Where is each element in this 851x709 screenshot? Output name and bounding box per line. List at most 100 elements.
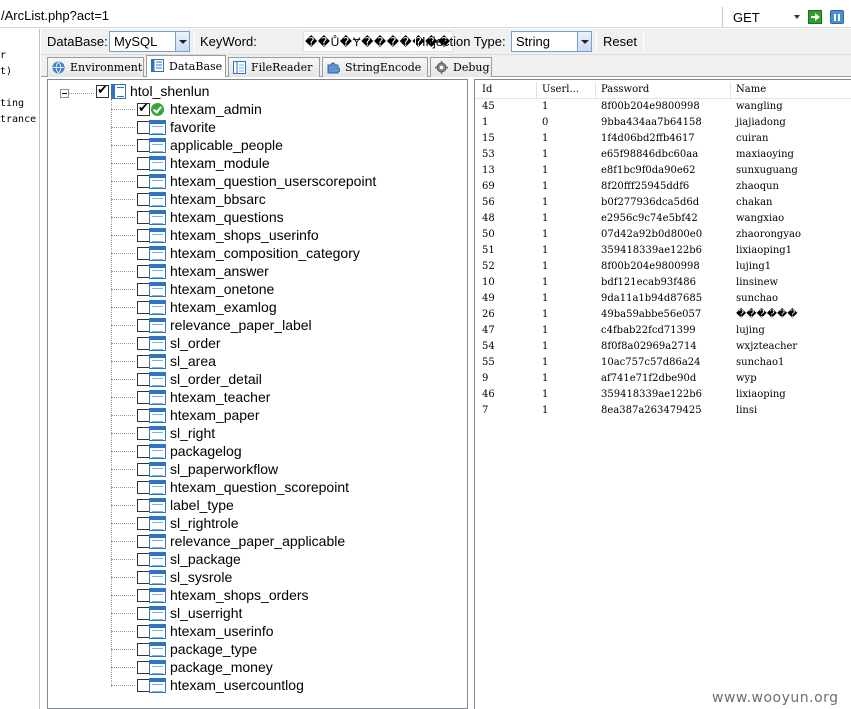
tree-table-node[interactable]: label_type [48,496,467,514]
table-checkbox[interactable] [137,101,150,116]
table-icon [149,246,166,261]
tree-table-node[interactable]: htexam_onetone [48,280,467,298]
cell-name: sunxuguang [736,165,798,176]
tree-table-node[interactable]: htexam_usercountlog [48,676,467,694]
table-name-label: sl_paperworkflow [170,461,279,477]
tree-connector [111,469,135,470]
tree-table-node[interactable]: htexam_teacher [48,388,467,406]
tree-root-node[interactable]: htol_shenlun [48,82,467,100]
tree-table-node[interactable]: sl_rightrole [48,514,467,532]
column-header-name[interactable]: Name [736,84,766,95]
tab-debug[interactable]: Debug [430,57,492,77]
cell-password: af741e71f2dbe90d [601,373,697,384]
cell-password: 8f0f8a02969a2714 [601,341,697,352]
table-row[interactable]: 13 1 e8f1bc9f0da90e62 sunxuguang [475,164,851,180]
tab-label: DataBase [169,60,223,73]
tree-table-node[interactable]: htexam_module [48,154,467,172]
chevron-down-icon[interactable] [175,32,189,51]
tree-table-node[interactable]: htexam_shops_userinfo [48,226,467,244]
tree-connector [111,397,135,398]
table-row[interactable]: 9 1 af741e71f2dbe90d wyp [475,372,851,388]
tree-table-node[interactable]: relevance_paper_applicable [48,532,467,550]
tree-table-node[interactable]: relevance_paper_label [48,316,467,334]
table-row[interactable]: 26 1 49ba59abbe56e057 ������ [475,308,851,324]
cell-userlevel: 1 [542,149,549,160]
results-grid[interactable]: Id Userl... Password Name 45 1 8f00b204e98… [474,79,851,709]
tree-table-node[interactable]: sl_paperworkflow [48,460,467,478]
collapse-toggle-icon[interactable] [60,89,69,98]
table-row[interactable]: 15 1 1f4d06bd2ffb4617 cuiran [475,132,851,148]
tree-table-node[interactable]: sl_right [48,424,467,442]
table-icon [149,588,166,603]
reset-button[interactable]: Reset [603,34,637,49]
table-row[interactable]: 54 1 8f0f8a02969a2714 wxjzteacher [475,340,851,356]
table-row[interactable]: 47 1 c4fbab22fcd71399 lujing [475,324,851,340]
cell-name: ������ [736,309,798,320]
tab-stringencode[interactable]: StringEncode [322,57,428,77]
column-divider[interactable] [730,82,731,99]
table-row[interactable]: 48 1 e2956c9c74e5bf42 wangxiao [475,212,851,228]
tab-environment[interactable]: Environment [47,57,144,77]
go-arrow-icon[interactable] [808,10,822,24]
column-header-id[interactable]: Id [482,84,492,95]
tree-connector [111,523,135,524]
tree-table-node[interactable]: sl_userright [48,604,467,622]
root-checkbox[interactable] [96,83,109,98]
table-row[interactable]: 50 1 07d42a92b0d800e0 zhaorongyao [475,228,851,244]
column-divider[interactable] [595,82,596,99]
tree-table-node[interactable]: htexam_userinfo [48,622,467,640]
table-row[interactable]: 69 1 8f20fff25945ddf6 zhaoqun [475,180,851,196]
table-row[interactable]: 55 1 10ac757c57d86a24 sunchao1 [475,356,851,372]
tree-table-node[interactable]: htexam_bbsarc [48,190,467,208]
table-name-label: sl_order_detail [170,371,262,387]
table-icon [149,660,166,675]
tree-table-node[interactable]: htexam_shops_orders [48,586,467,604]
toolbar-divider [194,32,195,52]
injection-type-select[interactable]: String [511,31,592,52]
table-row[interactable]: 49 1 9da11a1b94d87685 sunchao [475,292,851,308]
tree-table-node[interactable]: htexam_question_userscorepoint [48,172,467,190]
table-row[interactable]: 51 1 359418339ae122b6 lixiaoping1 [475,244,851,260]
tree-table-node[interactable]: sl_order_detail [48,370,467,388]
tab-filereader[interactable]: FileReader [228,57,320,77]
tree-table-node[interactable]: sl_package [48,550,467,568]
url-bar[interactable]: /ArcList.php?act=1 GET [0,4,851,28]
toolbar-divider [596,32,597,52]
table-row[interactable]: 52 1 8f00b204e9800998 lujing1 [475,260,851,276]
column-header-password[interactable]: Password [601,84,649,95]
tree-table-node[interactable]: sl_sysrole [48,568,467,586]
tree-table-node[interactable]: htexam_examlog [48,298,467,316]
tree-table-node[interactable]: htexam_paper [48,406,467,424]
table-row[interactable]: 1 0 9bba434aa7b64158 jiajiadong [475,116,851,132]
table-row[interactable]: 56 1 b0f277936dca5d6d chakan [475,196,851,212]
url-text[interactable]: /ArcList.php?act=1 [1,8,109,23]
tree-table-node[interactable]: htexam_questions [48,208,467,226]
tree-table-node[interactable]: htexam_admin [48,100,467,118]
tree-table-node[interactable]: favorite [48,118,467,136]
tree-table-node[interactable]: htexam_question_scorepoint [48,478,467,496]
cell-password: 1f4d06bd2ffb4617 [601,133,695,144]
table-row[interactable]: 53 1 e65f98846dbc60aa maxiaoying [475,148,851,164]
tree-table-node[interactable]: package_type [48,640,467,658]
cell-name: sunchao [736,293,779,304]
tree-table-node[interactable]: htexam_composition_category [48,244,467,262]
column-header-userlevel[interactable]: Userl... [542,84,579,95]
table-row[interactable]: 46 1 359418339ae122b6 lixiaoping [475,388,851,404]
tree-table-node[interactable]: package_money [48,658,467,676]
tree-table-node[interactable]: applicable_people [48,136,467,154]
tree-table-node[interactable]: sl_order [48,334,467,352]
database-select[interactable]: MySQL [109,31,190,52]
table-row[interactable]: 45 1 8f00b204e9800998 wangling [475,100,851,116]
tree-table-node[interactable]: htexam_answer [48,262,467,280]
table-row[interactable]: 10 1 bdf121ecab93f486 linsinew [475,276,851,292]
tree-table-node[interactable]: sl_area [48,352,467,370]
tab-database[interactable]: DataBase [146,55,226,77]
table-row[interactable]: 7 1 8ea387a263479425 linsi [475,404,851,420]
chevron-down-icon[interactable] [577,32,591,51]
table-tree[interactable]: htol_shenlun htexam_admin favorite applica… [47,79,468,709]
table-name-label: htexam_userinfo [170,623,274,639]
pause-icon[interactable] [830,10,844,24]
column-divider[interactable] [536,82,537,99]
method-select[interactable]: GET [727,8,803,27]
tree-table-node[interactable]: packagelog [48,442,467,460]
